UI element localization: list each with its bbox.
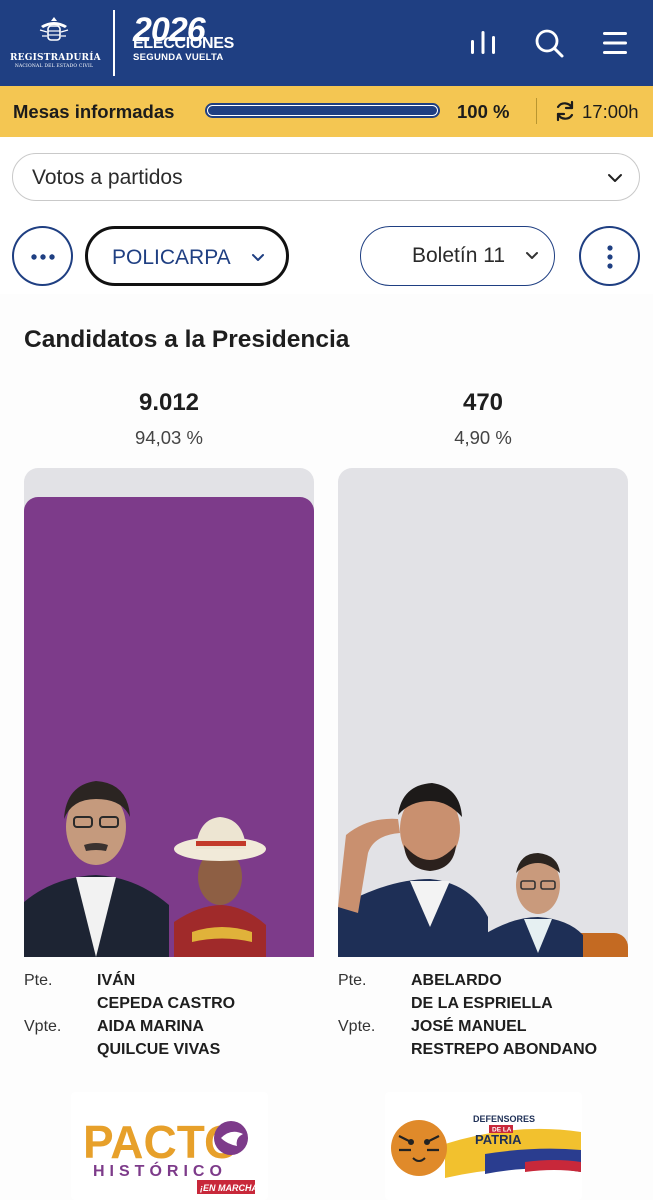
defensores-emblem: DEFENSORES DE LA PATRIA [391,1114,581,1178]
candidate-2-president-first: ABELARDO [411,972,502,989]
candidate-2-bar-track[interactable] [338,468,628,957]
horizontal-dots-icon [31,254,55,260]
bulletin-select[interactable]: Boletín 11 [360,226,555,286]
candidate-2-president-role: Pte. [338,972,367,989]
status-percent: 100 % [457,101,510,122]
header-divider [113,10,115,76]
candidate-1-vp-last: QUILCUE VIVAS [97,1041,221,1058]
app-header: REGISTRADURÍA NACIONAL DEL ESTADO CIVIL … [0,0,653,86]
section-title: Candidatos a la Presidencia [24,326,350,353]
overflow-menu-button[interactable] [579,226,640,286]
hamburger-menu-icon[interactable] [598,26,632,60]
bar-chart-icon[interactable] [466,26,500,60]
more-options-button[interactable] [12,226,73,286]
tiger-icon [391,1120,447,1176]
elections-logo[interactable]: 2026 ELECCIONES SEGUNDA VUELTA [133,13,253,74]
vote-type-value: Votos a partidos [32,166,183,189]
status-separator [536,98,537,124]
candidate-1-bar-track[interactable] [24,468,314,957]
chevron-down-icon [608,174,622,182]
department-value: POLICARPA [112,246,231,269]
search-icon[interactable] [532,26,566,60]
candidate-1-vp-role: Vpte. [24,1018,62,1035]
party-2-name-line3: PATRIA [475,1132,522,1147]
election-title: ELECCIONES [133,35,235,52]
election-round: SEGUNDA VUELTA [133,52,224,63]
candidate-1-vp-first: AIDA MARINA [97,1018,204,1035]
vertical-dots-icon [607,245,613,269]
coat-of-arms-icon [39,17,69,41]
party-1-name-line2: HISTÓRICO [93,1161,227,1180]
candidate-1-votes: 9.012 [138,389,200,416]
registraduria-logo[interactable]: REGISTRADURÍA NACIONAL DEL ESTADO CIVIL [10,16,101,70]
defensores-de-la-patria-logo[interactable]: DEFENSORES DE LA PATRIA [385,1092,582,1200]
party-1-slogan: ¡EN MARCHA! [200,1183,261,1193]
party-2-name-line1: DEFENSORES [473,1114,535,1124]
department-select[interactable]: POLICARPA [85,226,289,286]
chevron-down-icon [526,252,538,259]
candidate-1-president-last: CEPEDA CASTRO [97,995,236,1012]
reporting-progress-bar [205,103,440,118]
pacto-historico-emblem: PACTO HISTÓRICO ¡EN MARCHA! [83,1116,261,1194]
org-name: REGISTRADURÍA [10,53,101,63]
chevron-down-icon [252,254,264,261]
candidate-2-photo [338,783,583,957]
candidate-2-votes: 470 [462,389,504,416]
candidate-2-vp-role: Vpte. [338,1018,376,1035]
candidate-2-percent: 4,90 % [454,427,512,448]
candidate-2-vp-last: RESTREPO ABONDANO [411,1041,598,1058]
candidate-1-percent: 94,03 % [135,427,203,448]
candidate-1-president-first: IVÁN [97,972,136,989]
status-label: Mesas informadas [13,101,175,122]
candidate-2-president-last: DE LA ESPRIELLA [411,995,553,1012]
refresh-icon[interactable] [554,100,576,122]
progress-fill [208,106,437,115]
org-subtitle: NACIONAL DEL ESTADO CIVIL [14,64,94,69]
bulletin-value: Boletín 11 [412,244,506,267]
candidate-2-vp-first: JOSÉ MANUEL [411,1018,527,1035]
last-update-time: 17:00h [582,101,639,122]
candidate-1-president-role: Pte. [24,972,53,989]
vote-type-select[interactable]: Votos a partidos [12,153,640,201]
pacto-historico-logo[interactable]: PACTO HISTÓRICO ¡EN MARCHA! [71,1092,268,1200]
candidate-1-photo [24,781,266,957]
